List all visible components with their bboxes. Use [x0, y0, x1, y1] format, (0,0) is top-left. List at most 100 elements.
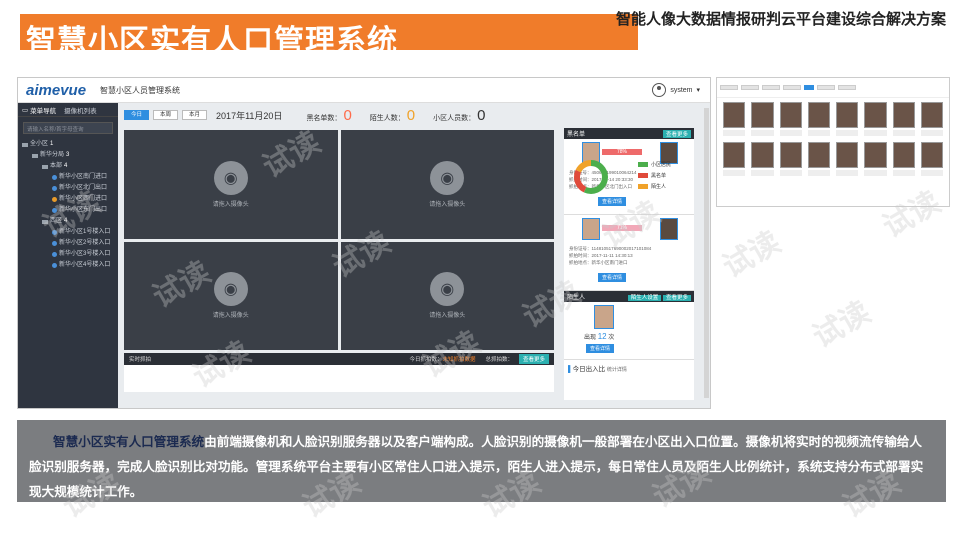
camera-icon: ◉	[430, 160, 465, 195]
tree-item[interactable]: 新华小区4号楼入口	[18, 260, 118, 271]
description-box: 智慧小区实有人口管理系统由前端摄像机和人脸识别服务器以及客户端构成。人脸识别的摄…	[17, 420, 946, 502]
tree-item[interactable]: 新华小区南门进口	[18, 172, 118, 183]
camera-icon	[52, 241, 57, 246]
gallery-face[interactable]	[892, 102, 915, 136]
gallery-face[interactable]	[836, 142, 859, 176]
gallery-filters	[717, 78, 949, 98]
app-name: 智慧小区人员管理系统	[100, 86, 180, 95]
camera-icon	[52, 208, 57, 213]
reference-face	[660, 218, 678, 240]
folder-icon	[32, 153, 38, 158]
tree-item[interactable]: 全小区 1	[18, 139, 118, 150]
gallery-face[interactable]	[779, 102, 802, 136]
camera-icon	[52, 263, 57, 268]
stranger-settings-button[interactable]: 陌生人设置	[627, 294, 662, 301]
match-detail-button[interactable]: 查看详情	[598, 273, 627, 282]
gallery-face[interactable]	[807, 102, 830, 136]
face-gallery-screenshot	[716, 77, 950, 207]
gallery-face[interactable]	[751, 102, 774, 136]
tree-item[interactable]: 新华小区北门出口	[18, 183, 118, 194]
sidebar-tabs: ▭ 菜单导航 摄像机列表	[18, 103, 118, 117]
chevron-down-icon: ▾	[696, 87, 700, 94]
blacklist-match: 71% 身份证号：114810517690002017101084 抓拍时间：2…	[564, 215, 694, 291]
scrollbar[interactable]	[704, 108, 709, 398]
match-percent: 78%	[602, 149, 642, 155]
gallery-face[interactable]	[751, 142, 774, 176]
legend-blacklist: 黑名单	[638, 171, 671, 182]
page-title: 智慧小区实有人口管理系统	[26, 25, 398, 58]
ratio-donut-chart	[574, 160, 608, 194]
gallery-face[interactable]	[723, 102, 746, 136]
camera-slot[interactable]: ◉ 请拖入摄像头	[340, 130, 554, 239]
camera-icon: ◉	[213, 272, 248, 307]
camera-icon: ◉	[430, 272, 465, 307]
stranger-more-button[interactable]: 查看更多	[662, 294, 691, 301]
camera-icon	[52, 197, 57, 202]
tab-camera-list[interactable]: 摄像机列表	[60, 105, 101, 115]
gallery-face[interactable]	[864, 102, 887, 136]
user-name: system	[670, 86, 693, 94]
legend-resident: 小区居民	[638, 160, 671, 171]
camera-slot[interactable]: ◉ 请拖入摄像头	[340, 241, 554, 350]
camera-icon: ◉	[213, 160, 248, 195]
gallery-face[interactable]	[807, 142, 830, 176]
watermark-text: 试读	[807, 295, 876, 355]
toolbar: 今日 本周 本月 2017年11月20日 黑名单数： 0 陌生人数： 0 小区人员数…	[124, 106, 554, 124]
capture-more-button[interactable]: 查看更多	[518, 354, 549, 364]
sidebar-search-input[interactable]: 请输入名称/首字母查询	[23, 122, 113, 134]
month-button[interactable]: 本月	[182, 110, 208, 120]
match-percent: 71%	[602, 225, 642, 231]
user-icon	[652, 83, 667, 97]
camera-icon	[52, 252, 57, 257]
tree-item[interactable]: 新华小区3号楼入口	[18, 249, 118, 260]
gallery-face[interactable]	[920, 102, 943, 136]
sidebar: ▭ 菜单导航 摄像机列表 请输入名称/首字母查询 全小区 1 新华分局 3 本部 4 新华小区…	[18, 103, 118, 408]
tree-item[interactable]: 西区 4	[18, 216, 118, 227]
camera-tree: 全小区 1 新华分局 3 本部 4 新华小区南门进口 新华小区北门出口 新华小区西门进口 新华小区…	[18, 139, 118, 271]
camera-icon	[52, 175, 57, 180]
stranger-face	[594, 305, 614, 329]
monitor-icon: ▭	[22, 106, 29, 114]
blacklist-more-button[interactable]: 查看更多	[662, 129, 691, 138]
gallery-face[interactable]	[779, 142, 802, 176]
stat-blacklist: 黑名单数： 0	[306, 106, 352, 124]
tree-item[interactable]: 新华小区东门出口	[18, 205, 118, 216]
stranger-header: 陌生人 陌生人设置 查看更多	[564, 291, 694, 302]
today-button[interactable]: 今日	[124, 110, 150, 120]
week-button[interactable]: 本周	[153, 110, 179, 120]
gallery-face[interactable]	[723, 142, 746, 176]
folder-icon	[22, 142, 28, 147]
camera-icon	[52, 230, 57, 235]
tab-menu-nav[interactable]: ▭ 菜单导航	[18, 105, 60, 115]
stranger-card: 出现 12 次 查看详情	[564, 302, 694, 360]
tree-item[interactable]: 新华小区西门进口	[18, 194, 118, 205]
camera-slot[interactable]: ◉ 请拖入摄像头	[124, 241, 338, 350]
tree-item[interactable]: 新华分局 3	[18, 150, 118, 161]
ratio-title: ▌今日出入比 统计详情	[568, 366, 627, 373]
tree-item[interactable]: 本部 4	[18, 161, 118, 172]
folder-icon	[42, 219, 48, 224]
gallery-face[interactable]	[864, 142, 887, 176]
gallery-face[interactable]	[892, 142, 915, 176]
camera-icon	[52, 186, 57, 191]
tree-item[interactable]: 新华小区1号楼入口	[18, 227, 118, 238]
stat-stranger: 陌生人数： 0	[369, 106, 416, 124]
user-menu[interactable]: system ▾	[652, 83, 700, 97]
folder-icon	[42, 164, 48, 169]
capture-face	[582, 218, 600, 240]
camera-grid: ◉ 请拖入摄像头 ◉ 请拖入摄像头 ◉ 请拖入摄像头 ◉ 请拖入摄像头	[124, 130, 554, 350]
gallery-face[interactable]	[836, 102, 859, 136]
watermark-text: 试读	[717, 225, 786, 285]
gallery-face[interactable]	[920, 142, 943, 176]
app-logo: aimevue	[26, 82, 87, 99]
stranger-detail-button[interactable]: 查看详情	[586, 344, 615, 353]
capture-panel	[124, 365, 554, 392]
blacklist-header: 黑名单 查看更多	[564, 128, 694, 139]
legend-stranger: 陌生人	[638, 182, 671, 193]
match-detail-button[interactable]: 查看详情	[598, 197, 627, 206]
tree-item[interactable]: 新华小区2号楼入口	[18, 238, 118, 249]
camera-slot[interactable]: ◉ 请拖入摄像头	[124, 130, 338, 239]
ratio-legend: 小区居民 黑名单 陌生人	[638, 160, 671, 193]
stat-residents: 小区人员数： 0	[433, 106, 486, 124]
app-screenshot: aimevue 智慧小区人员管理系统 system ▾ ▭ 菜单导航 摄像机列表 …	[17, 77, 711, 409]
